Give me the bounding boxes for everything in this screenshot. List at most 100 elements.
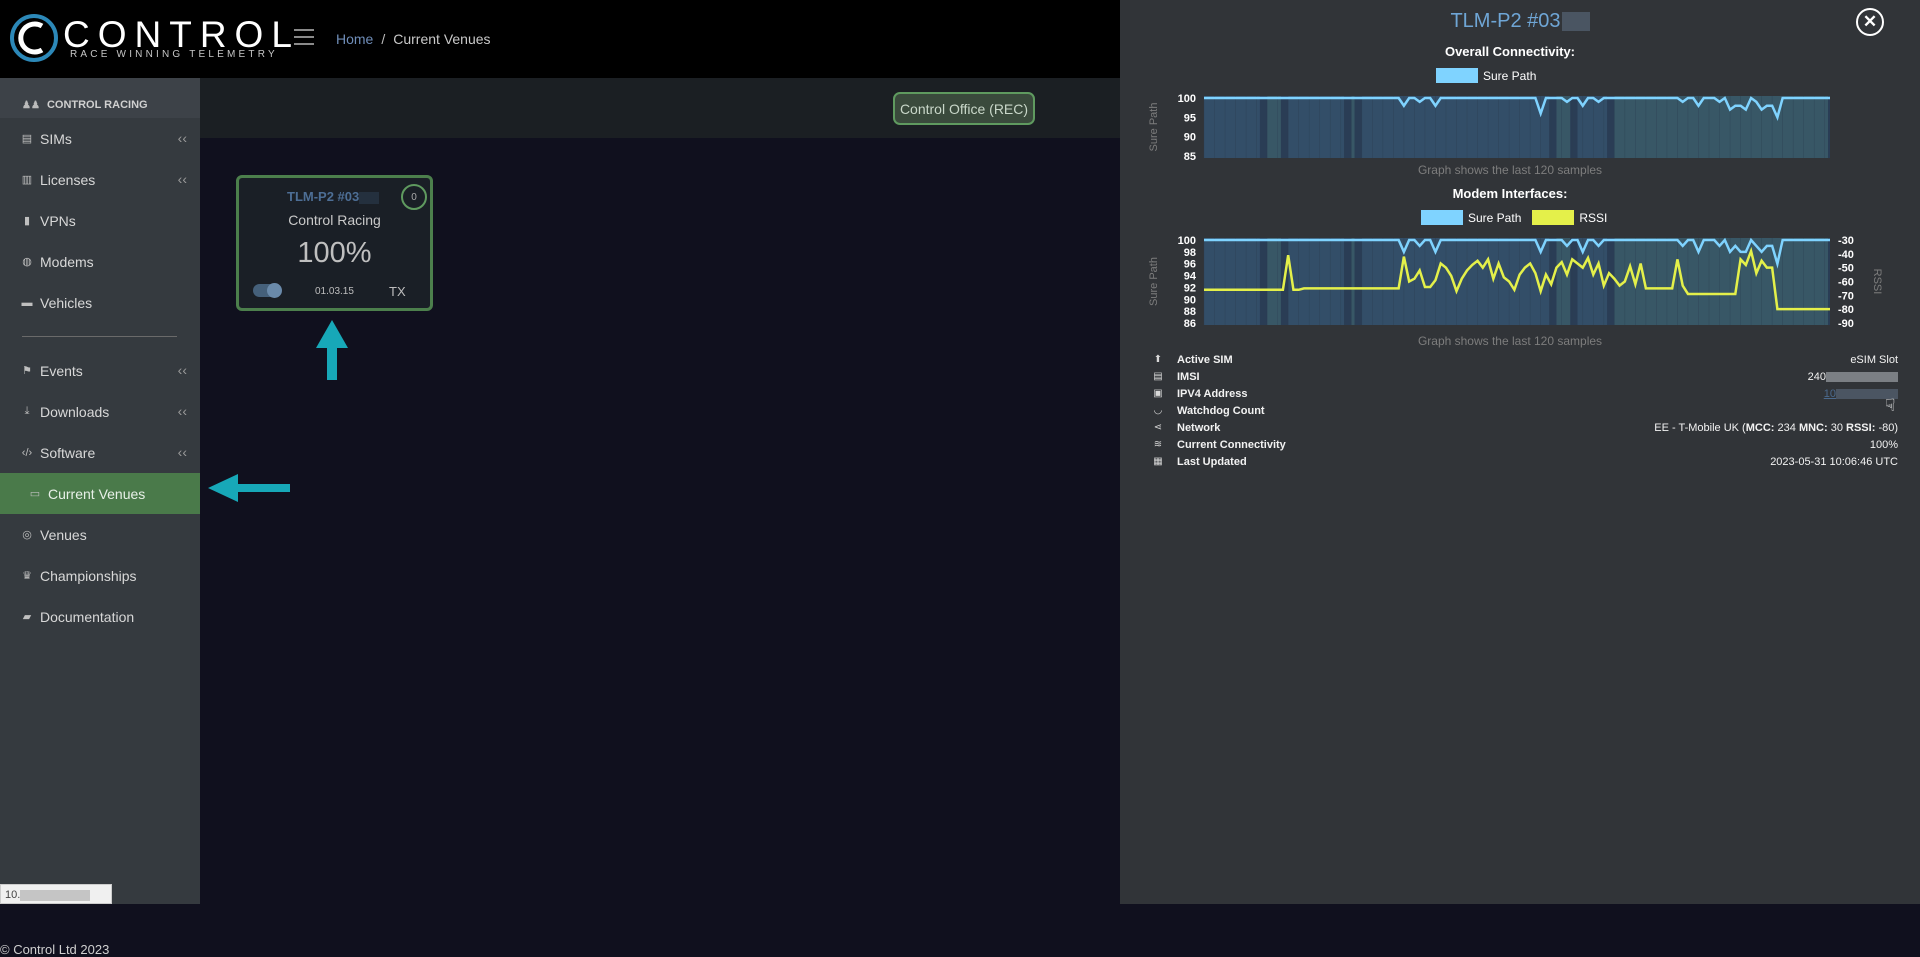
flag-icon: ⚑ [22, 365, 32, 377]
modem-interfaces-title: Modem Interfaces: [1452, 186, 1568, 201]
globe-icon: ◎ [22, 529, 32, 541]
ip-prefix: 10. [5, 889, 21, 901]
y-axis-label: Sure Path [1148, 257, 1160, 306]
sidebar-item-label: Modems [40, 253, 94, 270]
sample-band [1361, 96, 1550, 158]
menu-toggle-icon[interactable] [294, 29, 314, 47]
redacted-imsi [1826, 372, 1898, 383]
sidebar-item-documentation[interactable]: ▰ Documentation [0, 596, 200, 637]
sample-band [1267, 96, 1281, 158]
detail-label: Network [1177, 422, 1221, 434]
sidebar-item-current-venues[interactable]: ▭ Current Venues [0, 473, 200, 514]
chevron-left-icon[interactable]: ‹‹ [178, 444, 187, 460]
device-connectivity: 100% [297, 237, 372, 269]
sidebar: ♟♟ CONTROL RACING ▤ SIMs ‹‹ ▥ Licenses ‹‹ ▮ VPN… [0, 78, 200, 957]
y-tick-label: 100 [1178, 235, 1196, 247]
sidebar-item-label: Vehicles [40, 294, 93, 311]
y-tick-label: 86 [1184, 318, 1196, 330]
sidebar-item-software[interactable]: ‹/› Software ‹‹ [0, 432, 200, 473]
logo[interactable]: CONTROL RACE WINNING TELEMETRY [8, 12, 292, 64]
detail-value: eSIM Slot [1850, 354, 1898, 366]
panel-title: TLM-P2 #03 [1120, 10, 1920, 33]
overall-connectivity-title: Overall Connectivity: [1444, 44, 1576, 59]
sidebar-item-label: Software [40, 444, 96, 461]
breadcrumb-current: Current Venues [393, 31, 491, 47]
car-icon: ▬ [21, 296, 33, 309]
detail-label: Current Connectivity [1177, 439, 1286, 451]
arrow-up-icon [316, 320, 348, 380]
legend-swatch-rssi [1532, 210, 1575, 225]
arrow-left-icon [208, 474, 290, 502]
device-mode: TX [389, 284, 406, 299]
address-icon: ▣ [1153, 388, 1163, 399]
sidebar-item-label: Documentation [40, 608, 135, 625]
legend-label-sure-path: Sure Path [1483, 68, 1537, 83]
chevron-left-icon[interactable]: ‹‹ [178, 362, 187, 378]
detail-row-current-connectivity: ≋ Current Connectivity 100% [1152, 437, 1898, 454]
top-bar: CONTROL RACE WINNING TELEMETRY Home / Curr… [0, 0, 1120, 78]
sample-band [1614, 238, 1828, 325]
detail-row-imsi: ▤ IMSI 240 [1152, 369, 1898, 386]
sidebar-org-header: ♟♟ CONTROL RACING [0, 78, 200, 118]
org-name: CONTROL RACING [46, 99, 148, 111]
sidebar-item-championships[interactable]: ♛ Championships [0, 555, 200, 596]
device-details-list: ⬆ Active SIM eSIM Slot ▤ IMSI 240 ▣ IPV4 Addres… [1152, 352, 1898, 471]
chevron-left-icon[interactable]: ‹‹ [178, 171, 187, 187]
brand-tagline: RACE WINNING TELEMETRY [70, 49, 278, 60]
file-icon: ▤ [21, 133, 33, 145]
chart1-caption: Graph shows the last 120 samples [1417, 163, 1603, 177]
breadcrumb-home-link[interactable]: Home [336, 31, 373, 47]
users-icon: ♟♟ [22, 99, 40, 111]
sample-band [1351, 238, 1355, 325]
detail-label: Active SIM [1177, 354, 1233, 366]
y2-tick-label: -60 [1838, 277, 1854, 289]
sample-band [1204, 96, 1260, 158]
sidebar-item-label: Events [40, 362, 83, 379]
sim-icon: ▤ [1153, 371, 1163, 382]
detail-value: EE - T-Mobile UK (MCC: 234 MNC: 30 RSSI:… [1654, 422, 1898, 434]
copyright: © Control Ltd 2023 [0, 942, 110, 957]
sidebar-item-events[interactable]: ⚑ Events ‹‹ [0, 350, 200, 391]
sample-band [1288, 238, 1345, 325]
device-org: Control Racing [288, 212, 381, 228]
y-tick-label: 96 [1184, 259, 1196, 271]
y2-tick-label: -80 [1838, 304, 1854, 316]
share-icon: ⋖ [1153, 422, 1163, 433]
sidebar-item-modems[interactable]: ◍ Modems [0, 241, 200, 282]
chevron-left-icon[interactable]: ‹‹ [178, 403, 187, 419]
rss-icon: ◡ [1153, 405, 1163, 416]
y-tick-label: 85 [1184, 151, 1196, 163]
id-card-icon: ▥ [21, 174, 33, 186]
sidebar-item-licenses[interactable]: ▥ Licenses ‹‹ [0, 159, 200, 200]
detail-value: 240 [1808, 371, 1898, 383]
sidebar-item-sims[interactable]: ▤ SIMs ‹‹ [0, 118, 200, 159]
legend-label-sure-path: Sure Path [1468, 210, 1522, 225]
device-card[interactable]: TLM-P2 #03 0 Control Racing 100% 01.03.1… [236, 175, 433, 311]
close-icon[interactable]: ✕ [1856, 8, 1884, 36]
breadcrumb-separator: / [381, 31, 386, 47]
sidebar-item-vehicles[interactable]: ▬ Vehicles [0, 282, 200, 323]
redacted-id [1561, 12, 1590, 32]
control-office-button[interactable]: Control Office (REC) [893, 92, 1035, 125]
chevron-left-icon[interactable]: ‹‹ [178, 130, 187, 146]
redacted-ip [20, 889, 91, 901]
device-card-title[interactable]: TLM-P2 #03 [287, 189, 380, 204]
y2-tick-label: -90 [1838, 318, 1854, 330]
sample-band [1556, 238, 1571, 325]
detail-row-last-updated: ▦ Last Updated 2023-05-31 10:06:46 UTC [1152, 454, 1898, 471]
upload-icon: ⬆ [1153, 354, 1163, 365]
y-tick-label: 95 [1184, 112, 1196, 124]
sidebar-item-downloads[interactable]: ⤓ Downloads ‹‹ [0, 391, 200, 432]
device-toggle[interactable] [253, 283, 282, 298]
y2-tick-label: -70 [1838, 290, 1854, 302]
count-badge: 0 [401, 184, 427, 210]
detail-row-network: ⋖ Network EE - T-Mobile UK (MCC: 234 MNC: … [1152, 420, 1898, 437]
y-tick-label: 94 [1184, 271, 1197, 283]
y-tick-label: 90 [1184, 132, 1196, 144]
sidebar-item-vpns[interactable]: ▮ VPNs [0, 200, 200, 241]
sidebar-item-venues[interactable]: ◎ Venues [0, 514, 200, 555]
y2-axis-label: RSSI [1871, 269, 1883, 295]
y-tick-label: 92 [1184, 282, 1196, 294]
book-icon: ▰ [22, 611, 32, 623]
sample-band [1556, 96, 1571, 158]
